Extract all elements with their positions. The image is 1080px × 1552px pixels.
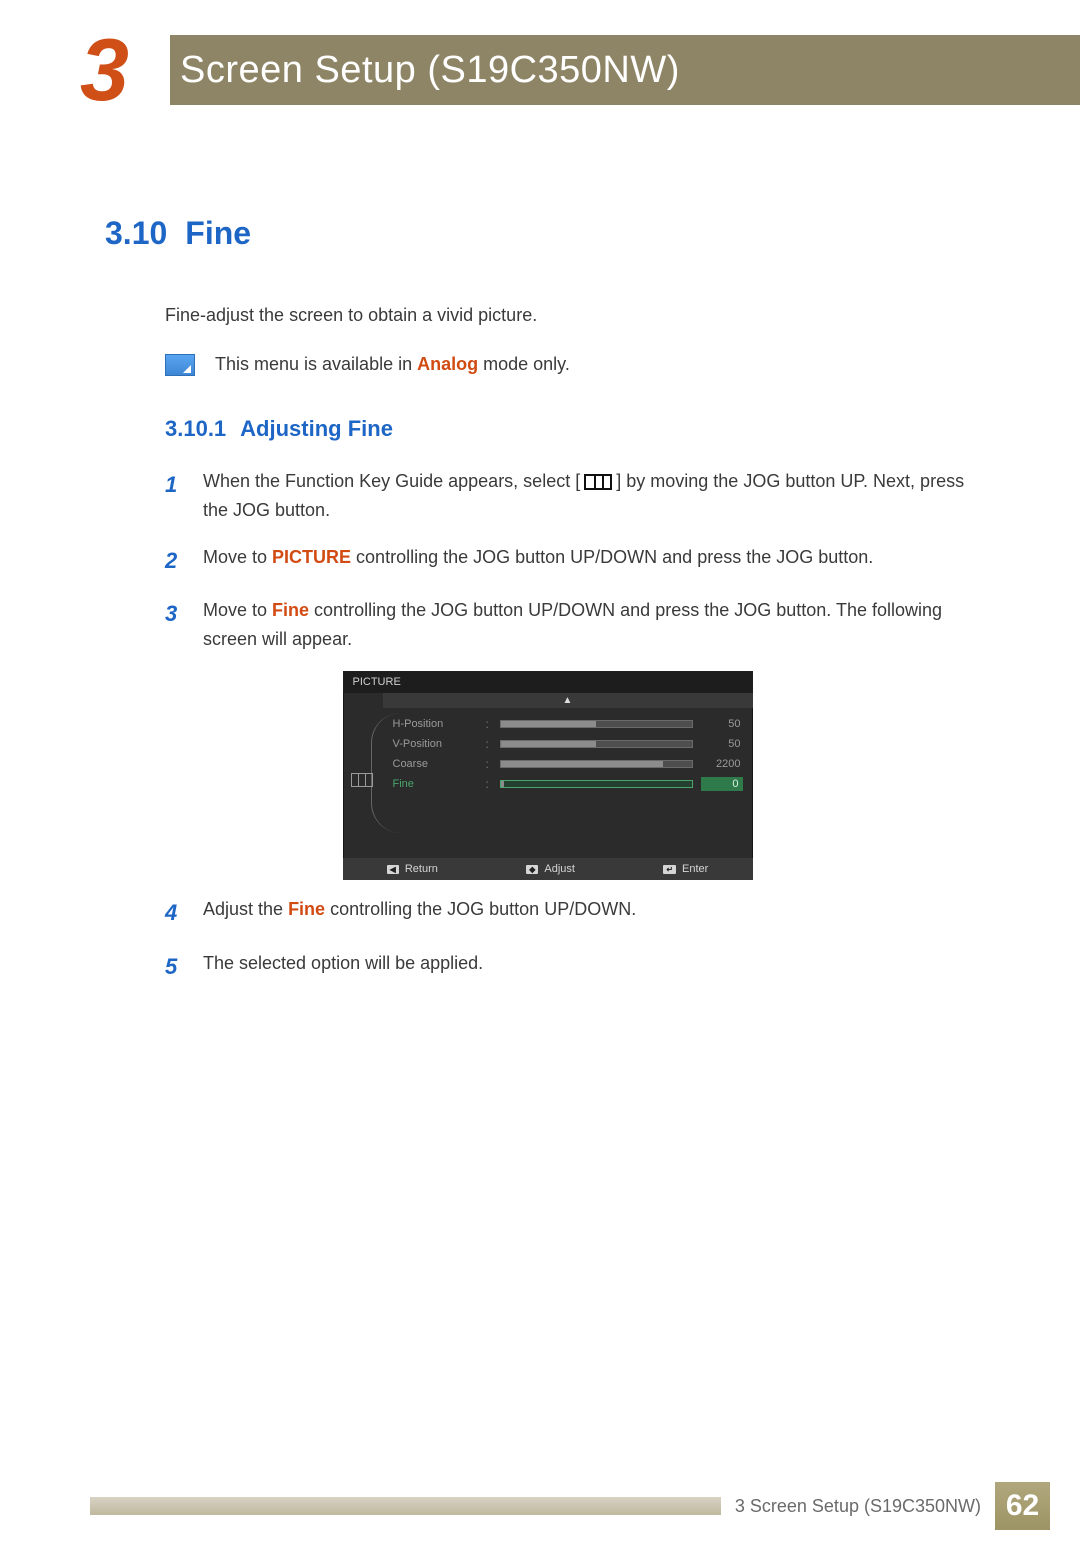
step-3-highlight: Fine [272, 600, 309, 620]
osd-row-coarse: Coarse : 2200 [393, 754, 743, 774]
step-number: 2 [165, 543, 185, 578]
colon: : [486, 717, 492, 731]
osd-value: 0 [701, 777, 743, 791]
enter-glyph: ↵ [663, 865, 676, 874]
adjust-glyph: ◆ [526, 865, 538, 874]
osd-row-fine: Fine : 0 [393, 774, 743, 794]
osd-value: 50 [701, 738, 743, 750]
section-heading: 3.10 Fine [105, 215, 990, 252]
osd-footer-return: ◀ Return [387, 863, 438, 875]
steps-list: 1 When the Function Key Guide appears, s… [165, 467, 990, 653]
subsection-heading: 3.10.1 Adjusting Fine [165, 416, 990, 442]
colon: : [486, 737, 492, 751]
step-number: 4 [165, 895, 185, 930]
step-number: 5 [165, 949, 185, 984]
osd-footer: ◀ Return ◆ Adjust ↵ Enter [343, 858, 753, 880]
osd-label: H-Position [393, 718, 478, 730]
osd-slider [500, 740, 693, 748]
subsection-number: 3.10.1 [165, 416, 226, 441]
menu-icon [584, 474, 612, 490]
osd-row-hposition: H-Position : 50 [393, 714, 743, 734]
step-1: 1 When the Function Key Guide appears, s… [165, 467, 990, 525]
note-mode: Analog [417, 354, 478, 374]
step-text: Adjust the Fine controlling the JOG butt… [203, 895, 990, 924]
osd-body: H-Position : 50 V-Position : 50 Coarse :… [343, 708, 753, 858]
step-text: When the Function Key Guide appears, sel… [203, 467, 990, 525]
step-1a: When the Function Key Guide appears, sel… [203, 471, 575, 491]
section-intro: Fine-adjust the screen to obtain a vivid… [165, 302, 990, 329]
step-number: 3 [165, 596, 185, 631]
section-title: Fine [185, 215, 251, 251]
osd-footer-enter-label: Enter [682, 863, 708, 875]
osd-curve [371, 713, 401, 833]
osd-side [349, 713, 387, 833]
step-4c: controlling the JOG button UP/DOWN. [325, 899, 636, 919]
page-footer: 3 Screen Setup (S19C350NW) 62 [0, 1482, 1080, 1530]
note: This menu is available in Analog mode on… [165, 354, 990, 376]
step-text: Move to PICTURE controlling the JOG butt… [203, 543, 990, 572]
step-number: 1 [165, 467, 185, 502]
step-4: 4 Adjust the Fine controlling the JOG bu… [165, 895, 990, 930]
step-2c: controlling the JOG button UP/DOWN and p… [351, 547, 873, 567]
step-3a: Move to [203, 600, 272, 620]
step-2-highlight: PICTURE [272, 547, 351, 567]
step-text: Move to Fine controlling the JOG button … [203, 596, 990, 654]
page-content: 3.10 Fine Fine-adjust the screen to obtai… [0, 115, 1080, 984]
osd-picture-icon [351, 773, 373, 787]
osd-footer-return-label: Return [405, 863, 438, 875]
colon: : [486, 777, 492, 791]
footer-label: 3 Screen Setup (S19C350NW) [721, 1496, 995, 1517]
osd-label: V-Position [393, 738, 478, 750]
colon: : [486, 757, 492, 771]
osd-panel: PICTURE ▲ H-Position : 50 V-Position : 5… [343, 671, 753, 880]
chapter-number: 3 [80, 20, 129, 119]
note-icon [165, 354, 195, 376]
osd-label: Fine [393, 778, 478, 790]
osd-value: 50 [701, 718, 743, 730]
step-2: 2 Move to PICTURE controlling the JOG bu… [165, 543, 990, 578]
osd-footer-adjust: ◆ Adjust [526, 863, 575, 875]
step-2a: Move to [203, 547, 272, 567]
osd-footer-adjust-label: Adjust [544, 863, 575, 875]
step-text: The selected option will be applied. [203, 949, 990, 978]
osd-slider [500, 720, 693, 728]
chapter-number-badge: 3 [80, 25, 160, 115]
step-3: 3 Move to Fine controlling the JOG butto… [165, 596, 990, 654]
footer-bar [90, 1497, 721, 1515]
note-suffix: mode only. [478, 354, 570, 374]
return-glyph: ◀ [387, 865, 399, 874]
page-number: 62 [995, 1482, 1050, 1530]
osd-footer-enter: ↵ Enter [663, 863, 708, 875]
step-5: 5 The selected option will be applied. [165, 949, 990, 984]
osd-value: 2200 [701, 758, 743, 770]
section-number: 3.10 [105, 215, 167, 251]
note-prefix: This menu is available in [215, 354, 417, 374]
subsection-title: Adjusting Fine [240, 416, 393, 441]
osd-slider [500, 780, 693, 788]
osd-label: Coarse [393, 758, 478, 770]
chapter-title-bar: Screen Setup (S19C350NW) [170, 35, 1080, 105]
step-4-highlight: Fine [288, 899, 325, 919]
osd-row-vposition: V-Position : 50 [393, 734, 743, 754]
spacer [0, 25, 80, 115]
note-text: This menu is available in Analog mode on… [215, 354, 570, 375]
step-3c: controlling the JOG button UP/DOWN and p… [203, 600, 942, 649]
step-4a: Adjust the [203, 899, 288, 919]
osd-slider [500, 760, 693, 768]
chapter-title: Screen Setup (S19C350NW) [180, 49, 680, 92]
osd-title: PICTURE [343, 671, 753, 693]
osd-up-arrow: ▲ [383, 693, 753, 708]
chapter-header: 3 Screen Setup (S19C350NW) [0, 25, 1080, 115]
steps-list-cont: 4 Adjust the Fine controlling the JOG bu… [165, 895, 990, 983]
